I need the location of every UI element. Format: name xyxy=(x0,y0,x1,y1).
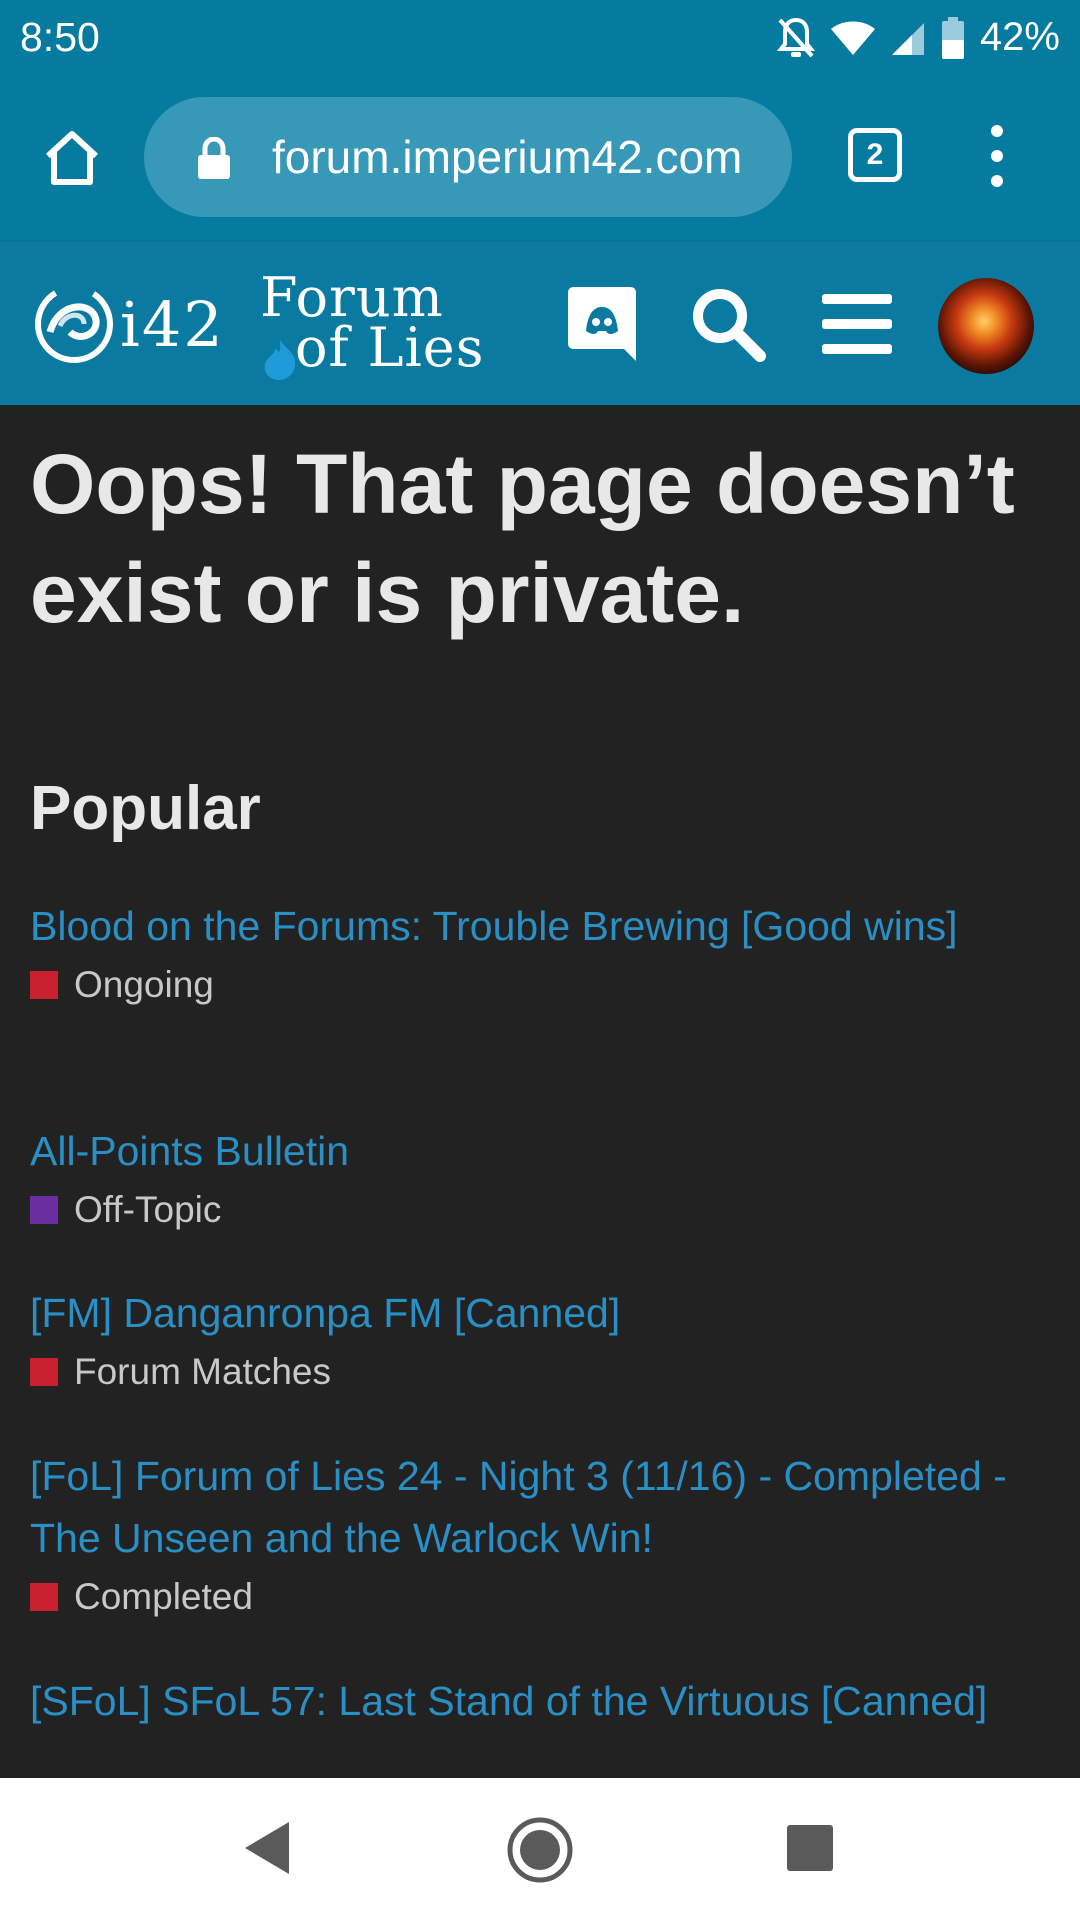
forum-logo-line2: of Lies xyxy=(295,316,485,379)
battery-percent: 42% xyxy=(979,15,1060,59)
topic-link[interactable]: [FM] Danganronpa FM [Canned] xyxy=(30,1282,1030,1344)
topic-link[interactable]: [SFoL] SFoL 57: Last Stand of the Virtuo… xyxy=(30,1670,1030,1732)
url-text[interactable]: forum.imperium42.com xyxy=(272,127,772,187)
category-label: Forum Matches xyxy=(74,1351,332,1392)
search-icon[interactable] xyxy=(688,284,768,364)
topic-link[interactable]: All-Points Bulletin xyxy=(30,1120,1030,1182)
discord-icon[interactable] xyxy=(566,285,638,363)
back-icon[interactable] xyxy=(243,1820,291,1876)
signal-icon xyxy=(891,22,924,55)
category-label: Ongoing xyxy=(74,964,214,1005)
topic-item: [SFoL] SFoL 57: Last Stand of the Virtuo… xyxy=(30,1670,1030,1732)
recents-icon[interactable] xyxy=(787,1825,833,1871)
forum-of-lies-logo[interactable]: Forum of Lies xyxy=(255,266,495,386)
home-nav-icon[interactable] xyxy=(506,1816,574,1884)
topic-link[interactable]: Blood on the Forums: Trouble Brewing [Go… xyxy=(30,895,1030,957)
wifi-icon xyxy=(830,21,875,55)
browser-toolbar: forum.imperium42.com 2 xyxy=(0,75,1080,240)
lock-icon xyxy=(198,137,230,179)
category-color-badge xyxy=(30,1196,58,1224)
topic-item: [FM] Danganronpa FM [Canned] Forum Match… xyxy=(30,1282,1030,1400)
category-color-badge xyxy=(30,1358,58,1386)
home-icon[interactable] xyxy=(40,126,104,190)
tab-switcher-button[interactable]: 2 xyxy=(848,128,902,182)
category-color-badge xyxy=(30,1583,58,1611)
topic-category[interactable]: Off-Topic xyxy=(30,1182,1030,1238)
i42-logo-text: i42 xyxy=(120,288,225,361)
i42-swirl-icon xyxy=(35,285,113,363)
topic-item: All-Points Bulletin Off-Topic xyxy=(30,1120,1030,1238)
topic-item: Blood on the Forums: Trouble Brewing [Go… xyxy=(30,895,1030,1013)
status-bar: 8:50 42% xyxy=(0,0,1080,75)
topic-item: [FoL] Forum of Lies 24 - Night 3 (11/16)… xyxy=(30,1445,1030,1625)
status-time: 8:50 xyxy=(20,14,100,60)
site-header: i42 Forum of Lies xyxy=(0,240,1080,405)
i42-logo[interactable]: i42 xyxy=(30,282,223,367)
hamburger-menu-icon[interactable] xyxy=(822,294,892,354)
popular-heading: Popular xyxy=(30,774,261,843)
main-content: Oops! That page doesn’t exist or is priv… xyxy=(0,405,1080,1778)
status-icons: 42% xyxy=(776,10,1060,65)
category-color-badge xyxy=(30,971,58,999)
topic-category[interactable]: Forum Matches xyxy=(30,1344,1030,1400)
address-bar[interactable]: forum.imperium42.com xyxy=(144,97,792,217)
category-label: Completed xyxy=(74,1576,253,1617)
category-label: Off-Topic xyxy=(74,1189,222,1230)
browser-menu-icon[interactable] xyxy=(985,125,1009,189)
topic-category[interactable]: Ongoing xyxy=(30,957,1030,1013)
system-nav-bar xyxy=(0,1778,1080,1920)
notifications-off-icon xyxy=(776,17,816,57)
topic-category[interactable]: Completed xyxy=(30,1569,1030,1625)
battery-icon xyxy=(941,16,964,59)
topic-link[interactable]: [FoL] Forum of Lies 24 - Night 3 (11/16)… xyxy=(30,1445,1030,1569)
user-avatar[interactable] xyxy=(938,278,1034,374)
page-title: Oops! That page doesn’t exist or is priv… xyxy=(30,437,1015,640)
